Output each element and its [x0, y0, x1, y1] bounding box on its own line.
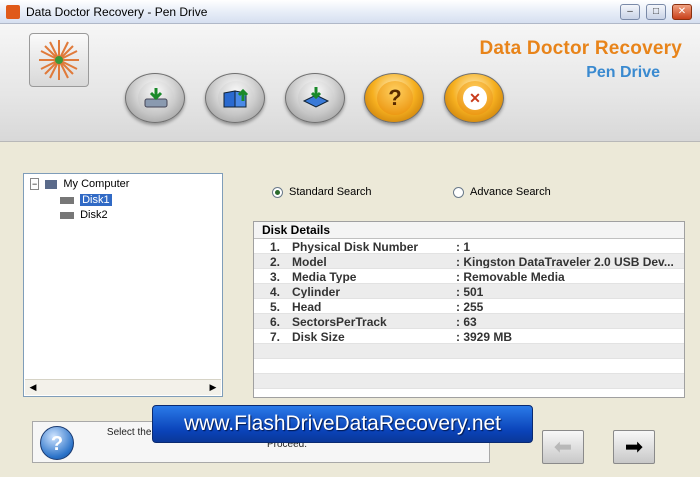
back-button[interactable]: ⬅: [542, 430, 584, 464]
disk-details-panel: Disk Details 1. Physical Disk Number: 1 2…: [253, 221, 685, 398]
tree-item-disk1[interactable]: Disk1: [60, 194, 112, 206]
help-icon[interactable]: ?: [40, 426, 74, 460]
detail-row: 7. Disk Size: 3929 MB: [254, 329, 684, 344]
standard-search-radio[interactable]: Standard Search: [272, 186, 372, 198]
book-upload-button[interactable]: [205, 73, 265, 123]
minimize-button[interactable]: –: [620, 4, 640, 20]
scroll-left-icon[interactable]: ◀: [26, 381, 40, 394]
title-bar: Data Doctor Recovery - Pen Drive – □ ✕: [0, 0, 700, 24]
detail-row: 3. Media Type: Removable Media: [254, 269, 684, 284]
detail-row: 6. SectorsPerTrack: 63: [254, 314, 684, 329]
open-disk-icon: [144, 88, 168, 108]
close-window-button[interactable]: ✕: [672, 4, 692, 20]
app-logo: [29, 33, 89, 87]
collapse-icon[interactable]: −: [30, 178, 40, 190]
detail-row: 1. Physical Disk Number: 1: [254, 239, 684, 254]
tree-item-label: Disk2: [80, 209, 108, 221]
star-logo-icon: [39, 40, 79, 80]
empty-row: [254, 359, 684, 374]
radio-dot[interactable]: [453, 186, 464, 198]
save-disk-icon: [302, 87, 330, 108]
advance-search-radio[interactable]: Advance Search: [453, 186, 551, 198]
help-icon: ?: [388, 85, 402, 110]
empty-row: [254, 374, 684, 389]
tree-item-disk2[interactable]: Disk2: [60, 209, 108, 221]
detail-row: 5. Head: 255: [254, 299, 684, 314]
close-icon: ✕: [463, 86, 487, 110]
book-upload-icon: [223, 88, 249, 108]
disk-details-header: Disk Details: [254, 222, 684, 239]
advance-search-label: Advance Search: [470, 186, 551, 198]
save-disk-button[interactable]: [285, 73, 345, 123]
help-button[interactable]: ?: [364, 73, 424, 123]
horizontal-scrollbar[interactable]: ◀ ▶: [25, 379, 221, 395]
header: Data Doctor Recovery Pen Drive ? ✕: [0, 24, 700, 142]
tree-root[interactable]: − My Computer: [30, 178, 129, 190]
website-banner: www.FlashDriveDataRecovery.net: [152, 405, 533, 443]
brand-subtitle: Pen Drive: [586, 64, 660, 81]
radio-dot[interactable]: [272, 186, 283, 198]
standard-search-label: Standard Search: [289, 186, 372, 198]
brand-title: Data Doctor Recovery: [479, 38, 682, 59]
disk-icon: [60, 196, 74, 204]
open-disk-button[interactable]: [125, 73, 185, 123]
disk-tree[interactable]: − My Computer Disk1 Disk2 ◀ ▶: [23, 173, 223, 397]
next-button[interactable]: ➡: [613, 430, 655, 464]
window-title: Data Doctor Recovery - Pen Drive: [26, 5, 208, 19]
detail-row: 4. Cylinder: 501: [254, 284, 684, 299]
tree-item-label: Disk1: [80, 194, 112, 206]
app-icon: [6, 5, 20, 19]
detail-row: 2. Model: Kingston DataTraveler 2.0 USB D…: [254, 254, 684, 269]
scroll-right-icon[interactable]: ▶: [206, 381, 220, 394]
exit-button[interactable]: ✕: [444, 73, 504, 123]
computer-icon: [45, 179, 58, 189]
tree-root-label: My Computer: [63, 178, 130, 190]
empty-row: [254, 344, 684, 359]
disk-icon: [60, 211, 74, 219]
maximize-button[interactable]: □: [646, 4, 666, 20]
